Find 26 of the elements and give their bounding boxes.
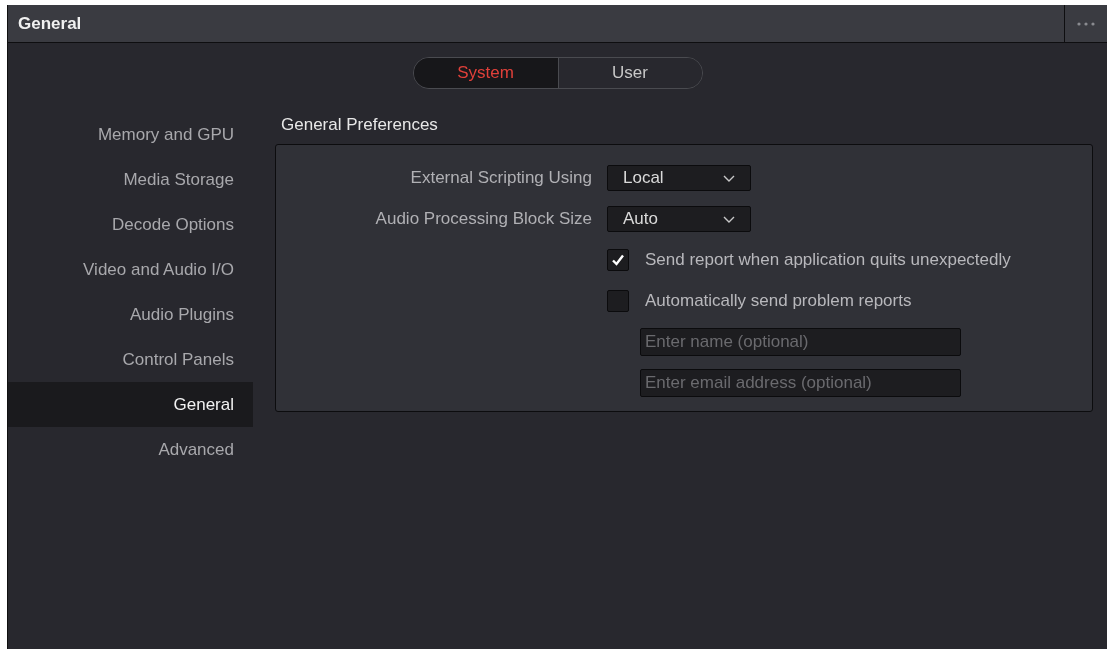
sidebar-item[interactable]: Control Panels	[8, 337, 253, 382]
chevron-down-icon	[723, 174, 735, 182]
section-title: General Preferences	[280, 114, 439, 135]
sidebar-item[interactable]: Video and Audio I/O	[8, 247, 253, 292]
checkbox[interactable]	[607, 290, 629, 312]
more-icon	[1077, 21, 1095, 26]
tab[interactable]: User	[557, 58, 702, 88]
chevron-down-icon	[723, 215, 735, 223]
input-field[interactable]: Enter name (optional)	[640, 328, 961, 356]
sidebar-item[interactable]: Media Storage	[8, 157, 253, 202]
window-title: General	[17, 13, 83, 34]
sidebar-item[interactable]: Advanced	[8, 427, 253, 472]
checkbox[interactable]	[607, 249, 629, 271]
dropdown[interactable]: Auto	[607, 206, 751, 232]
sidebar-item[interactable]: Decode Options	[8, 202, 253, 247]
dropdown[interactable]: Local	[607, 165, 751, 191]
checkbox-label: Automatically send problem reports	[645, 291, 912, 311]
sidebar-item[interactable]: Memory and GPU	[8, 112, 253, 157]
tab[interactable]: System	[413, 58, 558, 88]
setting-label: Audio Processing Block Size	[374, 209, 593, 229]
input-field[interactable]: Enter email address (optional)	[640, 369, 961, 397]
setting-label: External Scripting Using	[409, 168, 593, 188]
sidebar-item[interactable]: Audio Plugins	[8, 292, 253, 337]
checkmark-icon	[610, 252, 626, 268]
sidebar-item[interactable]: General	[8, 382, 253, 427]
checkbox-label: Send report when application quits unexpectedly	[645, 250, 1011, 270]
